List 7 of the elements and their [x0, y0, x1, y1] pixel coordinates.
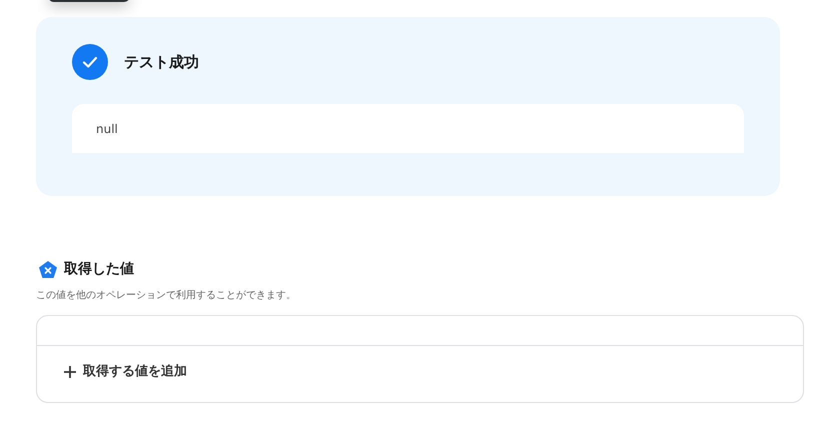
- plus-icon: [63, 364, 77, 379]
- result-title: テスト成功: [124, 52, 199, 73]
- pentagon-x-icon: [38, 260, 58, 280]
- section-title: 取得した値: [64, 260, 134, 279]
- section-description: この値を他のオペレーションで利用することができます。: [36, 288, 297, 303]
- output-text: null: [96, 120, 118, 138]
- add-value-button[interactable]: 取得する値を追加: [63, 362, 187, 382]
